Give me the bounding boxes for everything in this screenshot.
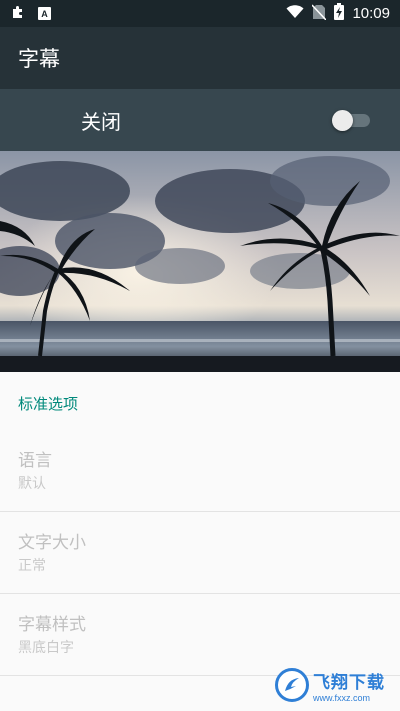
section-header-standard-options: 标准选项	[18, 395, 79, 413]
wifi-icon	[286, 4, 304, 23]
app-toolbar: 字幕	[0, 27, 400, 89]
beach-sunset-image	[0, 151, 400, 372]
watermark-logo-icon	[275, 668, 309, 702]
app-badge-icon: A	[38, 7, 51, 20]
status-left-icons: A	[10, 4, 51, 24]
no-sim-icon	[311, 3, 328, 24]
pref-title: 语言	[18, 451, 52, 471]
watermark-text: 飞翔下载 www.fxxz.com	[313, 668, 385, 703]
caption-preview-image	[0, 151, 400, 372]
preference-list: 标准选项 语言 默认 文字大小 正常 字幕样式 黑底白字	[0, 372, 400, 711]
master-switch-label: 关闭	[81, 109, 121, 134]
pref-item-language[interactable]: 语言 默认	[0, 430, 400, 512]
watermark-url: www.fxxz.com	[313, 692, 371, 703]
watermark: 飞翔下载 www.fxxz.com	[275, 665, 393, 705]
status-right-icons: 10:09	[286, 3, 390, 24]
pref-item-text-size[interactable]: 文字大小 正常	[0, 512, 400, 594]
captions-toggle-switch[interactable]	[332, 110, 372, 131]
watermark-name: 飞翔下载	[313, 672, 385, 693]
pref-summary: 正常	[18, 558, 46, 574]
battery-charging-icon	[334, 3, 345, 24]
page-title: 字幕	[18, 47, 60, 71]
pref-summary: 黑底白字	[18, 640, 74, 656]
pref-summary: 默认	[18, 476, 46, 492]
switch-thumb	[332, 110, 353, 131]
pref-item-caption-style[interactable]: 字幕样式 黑底白字	[0, 594, 400, 676]
captions-master-switch-row[interactable]: 关闭	[0, 89, 400, 151]
puzzle-icon	[10, 4, 26, 24]
pref-title: 文字大小	[18, 533, 86, 553]
status-time: 10:09	[352, 5, 390, 22]
pref-title: 字幕样式	[18, 615, 86, 635]
status-bar: A 10:09	[0, 0, 400, 27]
